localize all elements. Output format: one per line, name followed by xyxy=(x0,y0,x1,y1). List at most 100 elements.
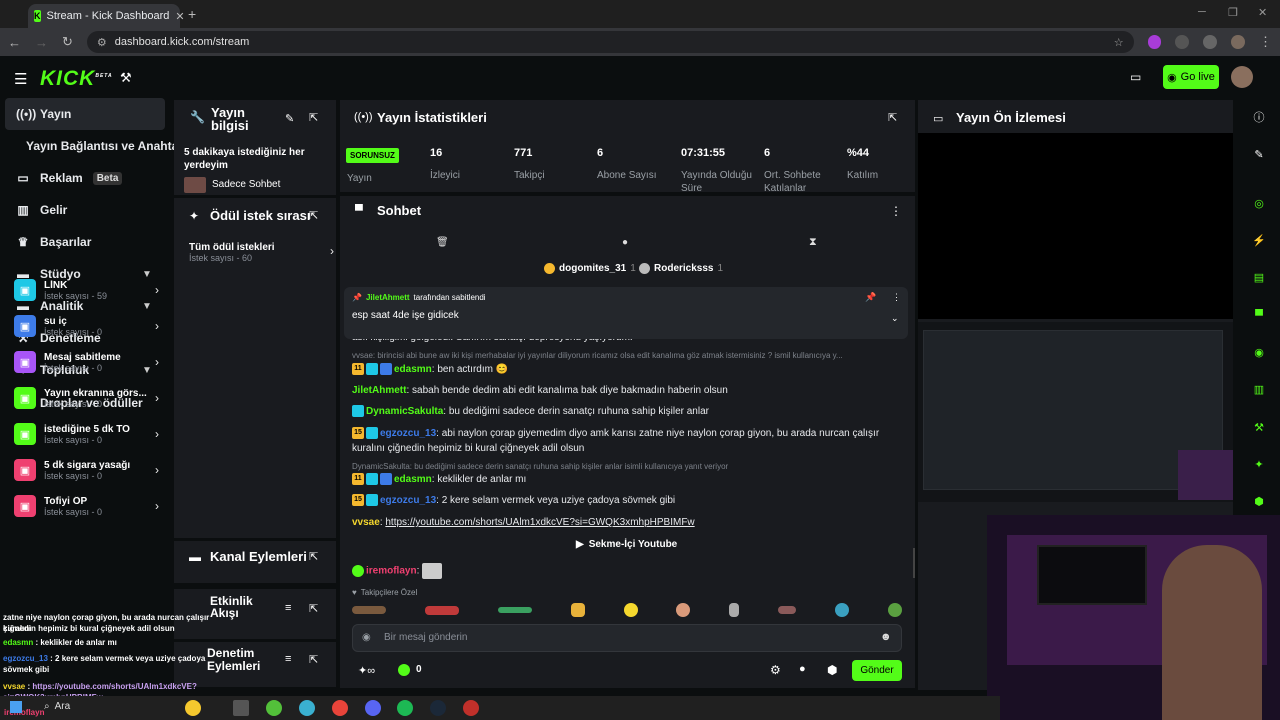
minimize-icon[interactable]: ─ xyxy=(1198,6,1206,18)
reward-item[interactable]: ▣ LİNK İstek sayısı - 59 › xyxy=(14,279,159,301)
sidebar-item-analytics[interactable]: ▬ Analitik xyxy=(16,299,83,313)
kick-logo[interactable]: KICKBETA xyxy=(40,67,113,91)
popout-icon[interactable]: ⇱ xyxy=(309,653,318,666)
lightning-icon[interactable]: ⚡ xyxy=(1251,233,1267,249)
site-info-icon[interactable]: ⚙ xyxy=(97,36,107,49)
obs-icon[interactable] xyxy=(463,700,479,716)
panels-icon[interactable]: ▥ xyxy=(1251,382,1267,398)
chat-username[interactable]: edasmn xyxy=(394,474,432,485)
clip-icon[interactable]: ◎ xyxy=(1251,196,1267,212)
sidebar-item-stream-key[interactable]: Yayın Bağlantısı ve Anahtarı xyxy=(26,139,186,153)
emote[interactable] xyxy=(778,606,797,614)
reward-item[interactable]: ▣ 5 dk sigara yasağı İstek sayısı - 0 › xyxy=(14,459,159,481)
popout-icon[interactable]: ⇱ xyxy=(309,209,318,222)
sidebar-item-stream[interactable]: ((•)) Yayın xyxy=(16,107,71,121)
emote[interactable] xyxy=(729,603,740,617)
popout-icon[interactable]: ⇱ xyxy=(309,550,318,563)
more-options-icon[interactable]: ⋮ xyxy=(892,292,901,303)
hamburger-menu-icon[interactable]: ☰ xyxy=(14,70,27,88)
chat-username[interactable]: egzozcu_13 xyxy=(380,428,436,439)
extensions-puzzle-icon[interactable] xyxy=(1203,35,1218,49)
edit-icon[interactable]: ✎ xyxy=(285,112,294,125)
chat-link[interactable]: https://youtube.com/shorts/UAlm1xdkcVE?s… xyxy=(385,517,694,528)
close-window-icon[interactable]: ✕ xyxy=(1258,6,1267,19)
badge-shield-icon[interactable]: ⬢ xyxy=(827,663,837,677)
chat-username[interactable]: iremoflayn xyxy=(366,566,417,577)
browser-tab[interactable]: K Stream - Kick Dashboard ✕ xyxy=(28,4,185,28)
browser-menu-icon[interactable]: ⋮ xyxy=(1259,34,1272,50)
broadcast-icon[interactable]: ◉ xyxy=(1251,345,1267,361)
emote[interactable] xyxy=(497,607,532,613)
shield-icon[interactable]: ⬢ xyxy=(1251,494,1267,510)
emote[interactable] xyxy=(835,603,849,617)
user-avatar[interactable] xyxy=(1231,66,1253,88)
forward-icon[interactable]: → xyxy=(35,35,48,50)
close-tab-icon[interactable]: ✕ xyxy=(175,10,184,23)
chrome-icon[interactable] xyxy=(332,700,348,716)
emote[interactable] xyxy=(570,603,585,617)
copilot-icon[interactable] xyxy=(185,700,201,716)
app-icon[interactable] xyxy=(299,700,315,716)
extension-icon[interactable] xyxy=(1147,35,1162,49)
hourglass-icon[interactable]: ⧗ xyxy=(809,236,817,249)
bookmark-star-icon[interactable]: ☆ xyxy=(1114,36,1124,49)
emote[interactable] xyxy=(623,603,638,617)
filter-icon[interactable]: ≡ xyxy=(285,653,291,665)
emote[interactable] xyxy=(887,603,902,617)
chat-username[interactable]: edasmn xyxy=(394,364,432,375)
popout-icon[interactable]: ⇱ xyxy=(309,111,318,124)
reward-item[interactable]: ▣ Mesaj sabitleme İstek sayısı - 0 › xyxy=(14,351,159,373)
extension-icon[interactable] xyxy=(1175,35,1190,49)
url-field[interactable]: ⚙ dashboard.kick.com/stream ☆ xyxy=(86,31,1134,53)
chat-username[interactable]: vvsae xyxy=(352,517,380,528)
edit-icon[interactable]: ✎ xyxy=(1251,147,1267,163)
youtube-embed-button[interactable]: ▶ Sekme-İçi Youtube xyxy=(576,539,677,550)
top-gifter[interactable]: Rodericksss 1 xyxy=(639,263,723,274)
send-button[interactable]: Gönder xyxy=(852,660,902,681)
new-tab-icon[interactable]: + xyxy=(188,6,196,22)
reward-item[interactable]: ▣ su iç İstek sayısı - 0 › xyxy=(14,315,159,337)
task-view-icon[interactable] xyxy=(233,700,249,716)
info-icon[interactable]: ⓘ xyxy=(1251,110,1267,126)
trash-icon[interactable]: 🗑 xyxy=(436,237,449,248)
taskbar-search[interactable]: ⌕ Ara xyxy=(44,701,70,712)
restore-icon[interactable]: ❐ xyxy=(1228,6,1238,19)
chat-username[interactable]: JiletAhmett xyxy=(352,385,406,396)
sidebar-item-ads[interactable]: ▭ Reklam Beta xyxy=(16,171,123,185)
unpin-icon[interactable]: 📌 xyxy=(865,292,876,303)
sidebar-item-achievements[interactable]: ♛ Başarılar xyxy=(16,235,92,249)
reward-item[interactable]: ▣ Tofiyi ÖP İstek sayısı - 0 › xyxy=(14,495,159,517)
back-icon[interactable]: ← xyxy=(8,35,21,50)
filter-icon[interactable]: ≡ xyxy=(285,602,291,614)
chat-username[interactable]: egzozcu_13 xyxy=(380,495,436,506)
top-gifter[interactable]: dogomites_31 1 xyxy=(544,263,636,274)
stream-preview-video[interactable] xyxy=(918,322,1233,502)
chat-icon[interactable]: ▀ xyxy=(1251,308,1267,324)
emoji-icon[interactable]: ☻ xyxy=(880,631,892,643)
chat-username[interactable]: DynamicSakulta xyxy=(366,406,443,417)
reward-item[interactable]: ▣ Yayın ekranına görs... İstek sayısı - 0 › xyxy=(14,387,159,409)
settings-gear-icon[interactable]: ⚙ xyxy=(770,663,781,677)
tools-icon[interactable]: ⚒ xyxy=(120,70,132,86)
go-live-button[interactable]: ◉ Go live xyxy=(1163,65,1219,89)
all-rewards-row[interactable]: Tüm ödül istekleri İstek sayısı - 60 › xyxy=(189,242,334,263)
clipboard-icon[interactable]: ▤ xyxy=(1251,270,1267,286)
tools-icon[interactable]: ⚒ xyxy=(1251,420,1267,436)
chat-scrollbar[interactable] xyxy=(913,548,915,578)
chevron-down-icon[interactable]: ▼ xyxy=(142,301,152,312)
spotify-icon[interactable] xyxy=(397,700,413,716)
chat-bubble-icon[interactable]: ● xyxy=(622,237,628,248)
reward-item[interactable]: ▣ istediğine 5 dk TO İstek sayısı - 0 › xyxy=(14,423,159,445)
profile-avatar[interactable] xyxy=(1231,35,1245,49)
chevron-down-icon[interactable]: ⌄ xyxy=(891,313,899,324)
chat-bubble-icon[interactable]: ● xyxy=(799,663,806,675)
emote[interactable] xyxy=(352,606,386,614)
popout-icon[interactable]: ⇱ xyxy=(888,111,897,124)
emote[interactable] xyxy=(676,603,691,617)
reward-icon[interactable]: ✦ xyxy=(1251,457,1267,473)
more-options-icon[interactable]: ⋮ xyxy=(890,204,902,218)
emote[interactable] xyxy=(424,605,459,615)
sidebar-item-income[interactable]: ▥ Gelir xyxy=(16,203,67,217)
discord-icon[interactable] xyxy=(365,700,381,716)
reload-icon[interactable]: ↻ xyxy=(62,34,73,50)
